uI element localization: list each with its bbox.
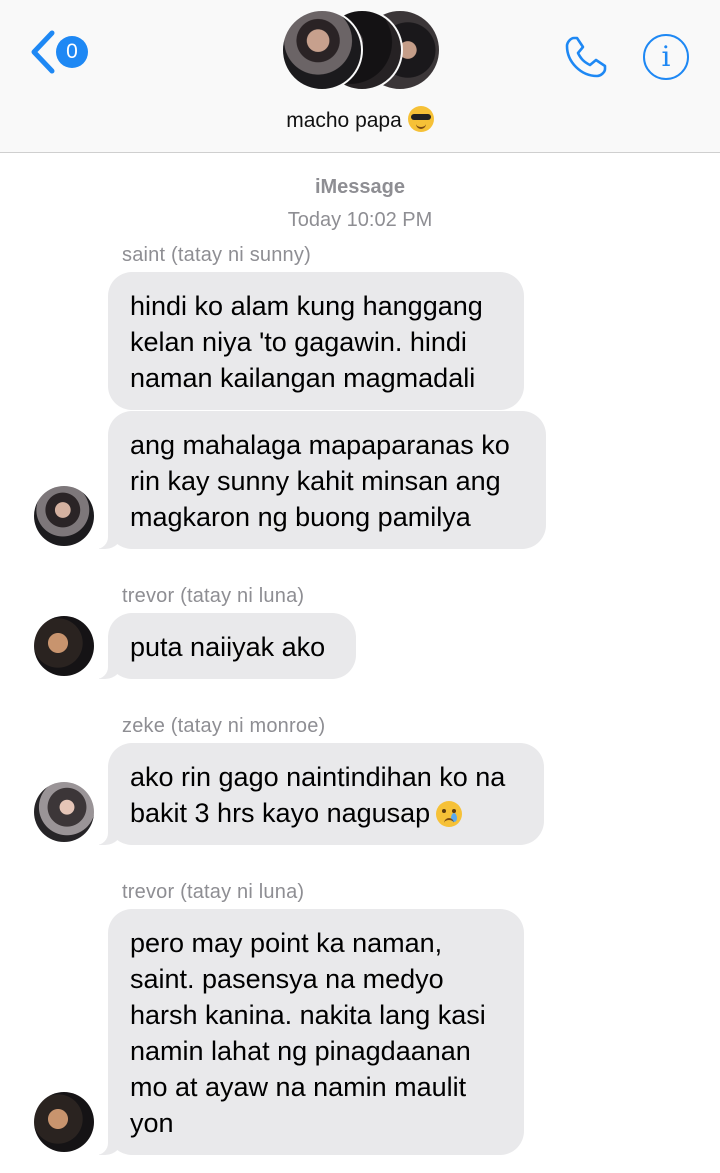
sender-name: zeke (tatay ni monroe) [122, 715, 326, 737]
sender-name: saint (tatay ni sunny) [122, 244, 311, 266]
phone-icon[interactable] [561, 32, 611, 82]
thread-timestamp: Today 10:02 PM [287, 209, 433, 231]
sender-name: trevor (tatay ni luna) [122, 881, 305, 903]
message-bubble[interactable]: hindi ko alam kung hanggang kelan niya '… [108, 272, 524, 410]
group-name-label: macho papa [286, 109, 402, 132]
chevron-left-icon [31, 30, 55, 74]
avatar[interactable] [34, 486, 94, 546]
message-text: hindi ko alam kung hanggang kelan niya '… [130, 291, 483, 393]
sender-name: trevor (tatay ni luna) [122, 585, 305, 607]
avatar[interactable] [34, 1092, 94, 1152]
message-text: pero may point ka naman, saint. pasensya… [130, 928, 486, 1138]
message-text: ang mahalaga mapaparanas ko rin kay sunn… [130, 430, 510, 532]
info-button[interactable]: i [643, 34, 689, 80]
service-label: iMessage [314, 176, 406, 198]
avatar[interactable] [34, 616, 94, 676]
message-bubble[interactable]: puta naiiyak ako [86, 613, 356, 679]
group-avatars[interactable] [281, 9, 441, 91]
conversation-header: 0 macho papa i [0, 0, 720, 153]
avatar [281, 9, 363, 91]
unread-badge: 0 [56, 36, 88, 68]
message-bubble[interactable]: pero may point ka naman, saint. pasensya… [86, 909, 524, 1155]
sunglasses-emoji-icon [407, 106, 434, 132]
crying-face-emoji-icon [436, 801, 463, 827]
message-bubble[interactable]: ako rin gago naintindihan ko na bakit 3 … [86, 743, 544, 845]
message-bubble[interactable]: ang mahalaga mapaparanas ko rin kay sunn… [86, 411, 546, 549]
back-button[interactable]: 0 [28, 28, 92, 76]
message-text: puta naiiyak ako [130, 632, 326, 662]
avatar[interactable] [34, 782, 94, 842]
group-name[interactable]: macho papa [0, 106, 720, 133]
